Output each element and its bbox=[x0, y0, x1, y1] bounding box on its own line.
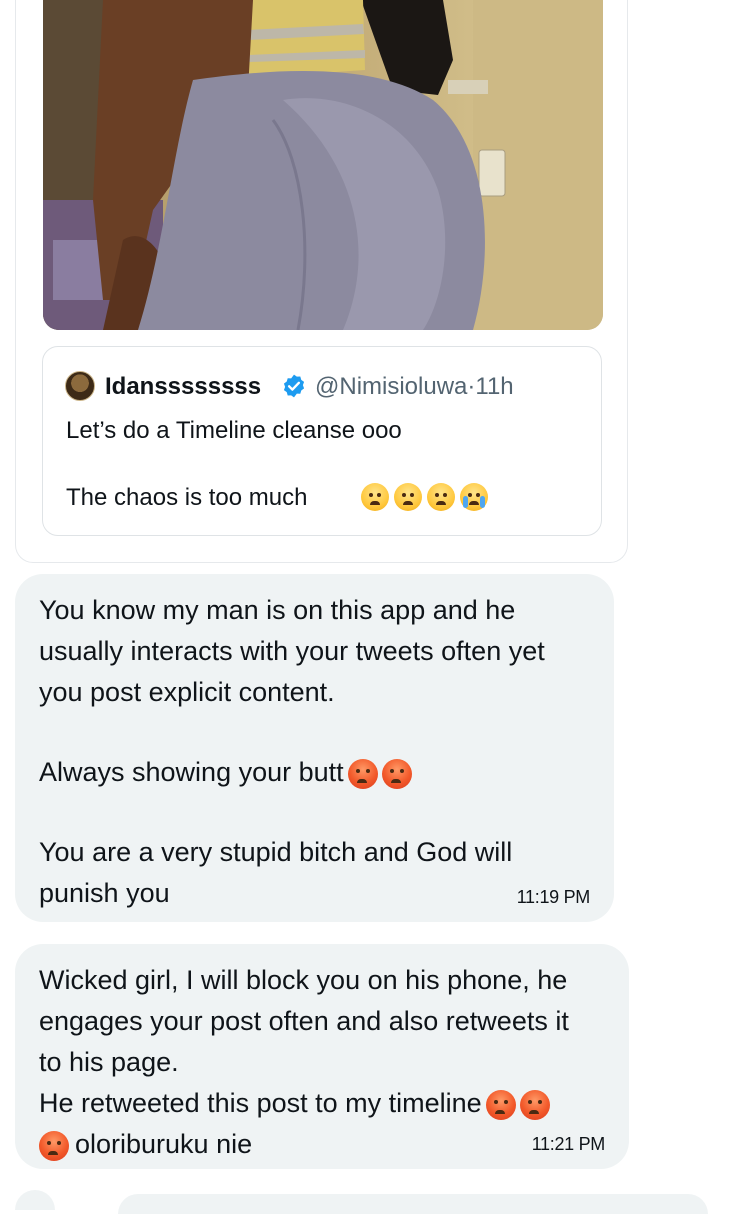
message-line: usually interacts with your tweets often… bbox=[39, 636, 545, 666]
angry-face-icon bbox=[519, 1089, 550, 1120]
message-line-text: oloriburuku nie bbox=[75, 1129, 253, 1159]
display-name[interactable]: Idanssssssss bbox=[105, 373, 261, 401]
angry-face-icon bbox=[347, 758, 378, 789]
message-bubble[interactable]: You know my man is on this app and he us… bbox=[15, 574, 614, 922]
message-line-text: He retweeted this post to my timeline bbox=[39, 1088, 482, 1118]
angry-face-icon bbox=[381, 758, 412, 789]
quoted-tweet-text-line2-text: The chaos is too much bbox=[66, 484, 308, 511]
face-with-steam-icon bbox=[361, 483, 389, 511]
angry-face-icon bbox=[485, 1089, 516, 1120]
message-timestamp: 11:21 PM bbox=[531, 1134, 606, 1154]
next-message-bubble-edge bbox=[118, 1194, 708, 1214]
avatar[interactable] bbox=[65, 371, 95, 401]
message-line: He retweeted this post to my timeline bbox=[39, 1083, 605, 1124]
loudly-crying-face-icon bbox=[460, 483, 488, 511]
message-line: oloriburuku nie bbox=[39, 1124, 605, 1165]
emoji-row bbox=[361, 483, 488, 511]
quoted-tweet[interactable]: Idanssssssss @Nimisioluwa·11h Let’s do a… bbox=[42, 346, 602, 536]
quoted-tweet-text-line2: The chaos is too much bbox=[66, 484, 307, 512]
message-timestamp: 11:19 PM bbox=[516, 887, 591, 907]
message-bubble[interactable]: Wicked girl, I will block you on his pho… bbox=[15, 944, 629, 1169]
message-line: engages your post often and also retweet… bbox=[39, 1006, 569, 1036]
face-with-steam-icon bbox=[394, 483, 422, 511]
message-line: you post explicit content. bbox=[39, 677, 335, 707]
message-line: punish you bbox=[39, 878, 170, 908]
tweet-media-image[interactable] bbox=[43, 0, 603, 330]
time-ago: 11h bbox=[475, 373, 514, 400]
photo-illustration bbox=[43, 0, 603, 330]
next-message-bubble-edge bbox=[15, 1190, 55, 1210]
face-with-steam-icon bbox=[427, 483, 455, 511]
handle[interactable]: @Nimisioluwa bbox=[315, 373, 467, 400]
verified-badge-icon bbox=[283, 374, 305, 398]
quoted-tweet-text-line1: Let’s do a Timeline cleanse ooo bbox=[66, 417, 402, 444]
message-line: You know my man is on this app and he bbox=[39, 595, 516, 625]
angry-face-icon bbox=[39, 1130, 69, 1161]
message-line: to his page. bbox=[39, 1047, 179, 1077]
message-line-text: Always showing your butt bbox=[39, 757, 344, 787]
handle-and-time[interactable]: @Nimisioluwa·11h bbox=[315, 373, 514, 401]
message-line: You are a very stupid bitch and God will bbox=[39, 837, 513, 867]
message-line: Always showing your butt bbox=[39, 752, 590, 793]
message-line: Wicked girl, I will block you on his pho… bbox=[39, 965, 568, 995]
